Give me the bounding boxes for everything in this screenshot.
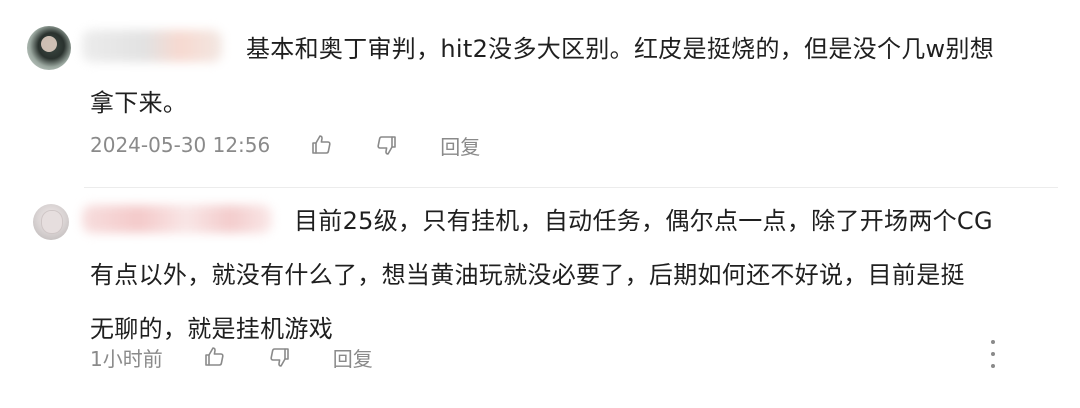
more-dot [991, 352, 995, 356]
thumbs-down-icon[interactable] [374, 132, 400, 158]
comment-meta: 2024-05-30 12:56 回复 [90, 131, 480, 160]
comment-text-line: 拿下来。 [90, 89, 188, 117]
comment-text: 基本和奥丁审判，hit2没多大区别。红皮是挺烧的，但是没个几w别想 拿下来。 [90, 22, 1070, 130]
more-dot [991, 340, 995, 344]
avatar[interactable] [27, 26, 71, 70]
timestamp: 2024-05-30 12:56 [90, 133, 271, 157]
comment-text: 目前25级，只有挂机，自动任务，偶尔点一点，除了开场两个CG 有点以外，就没有什… [90, 194, 1070, 356]
more-dot [991, 364, 995, 368]
comment-text-line: 有点以外，就没有什么了，想当黄油玩就没必要了，后期如何还不好说，目前是挺 [90, 261, 965, 289]
comment-text-line: 无聊的，就是挂机游戏 [90, 315, 333, 343]
timestamp: 1小时前 [90, 346, 163, 371]
more-vertical-icon[interactable] [986, 340, 1000, 368]
thumbs-down-icon[interactable] [267, 344, 293, 370]
comment-meta: 1小时前 回复 [90, 343, 373, 372]
thumbs-up-icon[interactable] [201, 344, 227, 370]
comment-item: 目前25级，只有挂机，自动任务，偶尔点一点，除了开场两个CG 有点以外，就没有什… [0, 188, 1080, 408]
comment-text-line: 目前25级，只有挂机，自动任务，偶尔点一点，除了开场两个CG [294, 207, 993, 235]
comment-list: 基本和奥丁审判，hit2没多大区别。红皮是挺烧的，但是没个几w别想 拿下来。 2… [0, 0, 1080, 408]
reply-button[interactable]: 回复 [333, 343, 373, 372]
thumbs-up-icon[interactable] [308, 132, 334, 158]
reply-button[interactable]: 回复 [440, 131, 480, 160]
avatar[interactable] [33, 204, 69, 240]
comment-text-line: 基本和奥丁审判，hit2没多大区别。红皮是挺烧的，但是没个几w别想 [246, 35, 995, 63]
comment-item: 基本和奥丁审判，hit2没多大区别。红皮是挺烧的，但是没个几w别想 拿下来。 2… [0, 0, 1080, 188]
